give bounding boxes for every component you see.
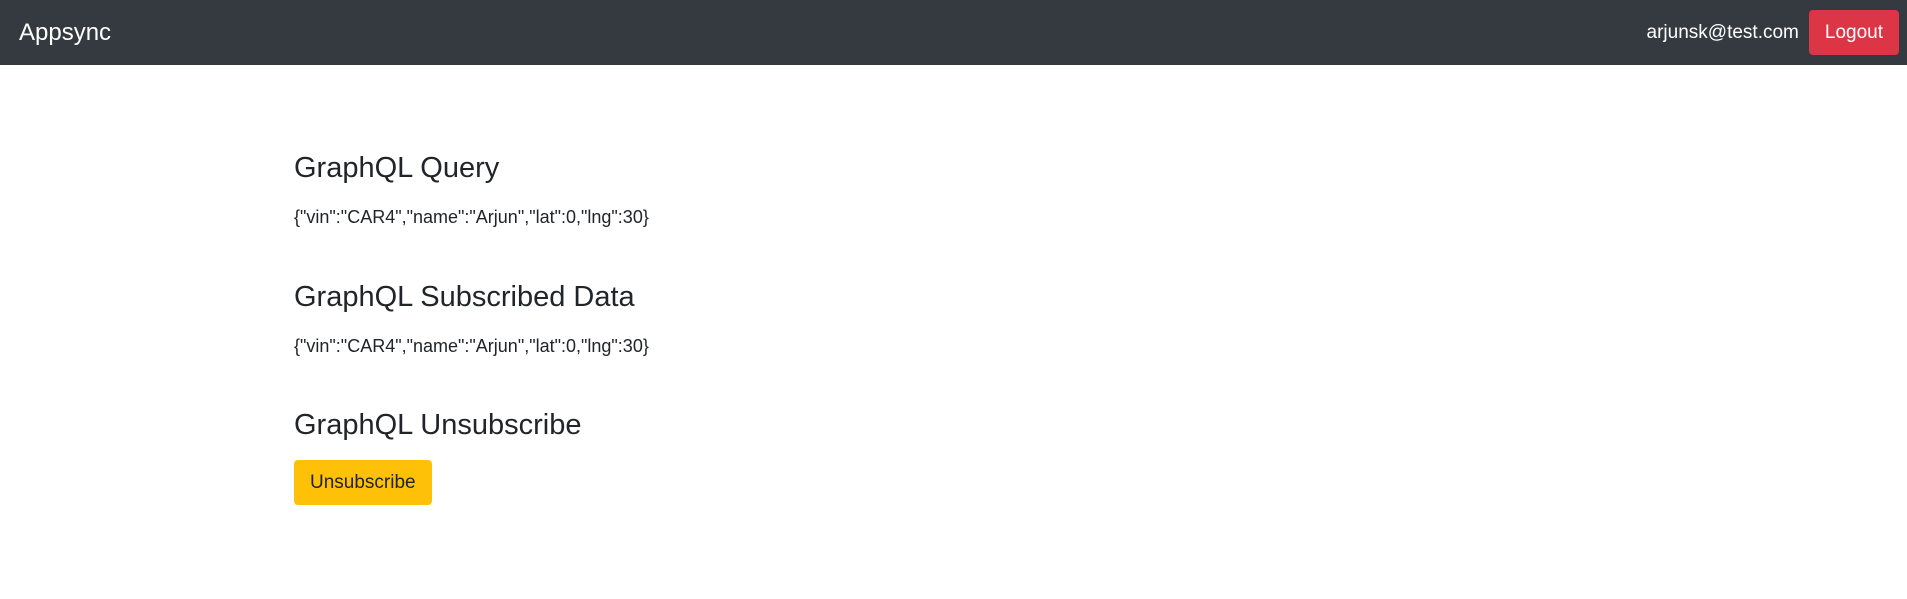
subscribed-result: {"vin":"CAR4","name":"Arjun","lat":0,"ln… <box>294 336 649 356</box>
query-result: {"vin":"CAR4","name":"Arjun","lat":0,"ln… <box>294 207 649 227</box>
subscribed-heading: GraphQL Subscribed Data <box>294 281 635 313</box>
query-heading: GraphQL Query <box>294 152 500 184</box>
navbar-right: arjunsk@test.com Logout <box>1647 10 1899 55</box>
brand-link[interactable]: Appsync <box>19 20 111 45</box>
top-navbar: Appsync arjunsk@test.com Logout <box>0 0 1907 65</box>
unsubscribe-heading: GraphQL Unsubscribe <box>294 409 582 441</box>
unsubscribe-button[interactable]: Unsubscribe <box>294 460 432 505</box>
logout-button[interactable]: Logout <box>1808 10 1899 55</box>
user-email: arjunsk@test.com <box>1646 21 1799 43</box>
